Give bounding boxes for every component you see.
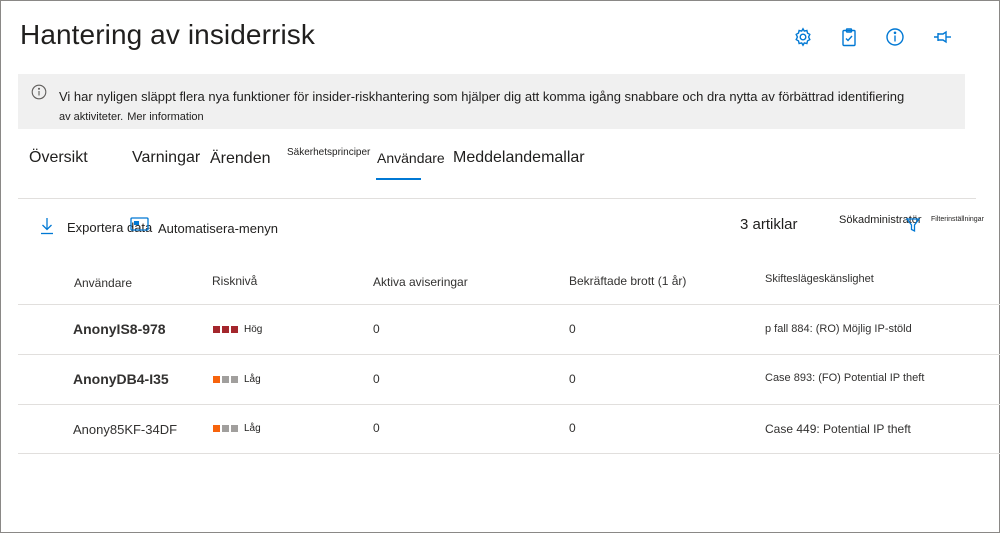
automate-menu-button[interactable]: Automatisera-menyn: [158, 221, 278, 236]
risk-label: Låg: [244, 374, 261, 385]
active-alerts-value: 0: [373, 421, 380, 435]
risk-square: [222, 376, 229, 383]
risk-square: [213, 326, 220, 333]
tab-policies[interactable]: Säkerhetsprinciper: [287, 147, 370, 158]
header-divider: [18, 304, 1000, 305]
row-divider: [18, 404, 1000, 405]
risk-indicator: Låg: [213, 374, 261, 385]
automate-icon: [130, 217, 149, 231]
filter-settings-button[interactable]: Filterinställningar: [931, 216, 984, 223]
risk-square: [222, 326, 229, 333]
row-divider: [18, 453, 1000, 454]
breaches-value: 0: [569, 372, 576, 386]
sensitivity-value[interactable]: p fall 884: (RO) Möjlig IP-stöld: [765, 323, 912, 335]
tab-users[interactable]: Användare: [377, 150, 445, 166]
download-icon: [41, 218, 53, 235]
risk-square: [213, 425, 220, 432]
breaches-value: 0: [569, 322, 576, 336]
risk-square: [213, 376, 220, 383]
tab-overview[interactable]: Översikt: [29, 149, 88, 167]
risk-label: Hög: [244, 324, 263, 335]
gear-icon[interactable]: [791, 25, 815, 49]
banner-text-line2: av aktiviteter.: [59, 111, 124, 123]
info-banner: Vi har nyligen släppt flera nya funktion…: [18, 74, 965, 129]
risk-square: [222, 425, 229, 432]
learn-more-link[interactable]: Mer information: [127, 111, 203, 123]
tab-cases[interactable]: Ärenden: [210, 150, 271, 168]
tab-alerts[interactable]: Varningar: [132, 149, 200, 167]
info-circle-icon: [31, 84, 47, 100]
clipboard-icon[interactable]: [837, 25, 861, 49]
risk-indicator: Låg: [213, 423, 261, 434]
filter-icon[interactable]: [906, 217, 920, 233]
page-title: Hantering av insiderrisk: [20, 19, 315, 50]
info-icon[interactable]: [883, 25, 907, 49]
breaches-value: 0: [569, 421, 576, 435]
table-row-user[interactable]: AnonyIS8-978: [73, 321, 166, 337]
tabs-divider: [18, 198, 976, 199]
banner-text-line1: Vi har nyligen släppt flera nya funktion…: [59, 89, 905, 104]
active-alerts-value: 0: [373, 372, 380, 386]
column-header-active-alerts[interactable]: Aktiva aviseringar: [373, 275, 468, 289]
column-header-sensitivity[interactable]: Skifteslägeskänslighet: [765, 273, 874, 285]
risk-label: Låg: [244, 423, 261, 434]
tab-notice-templates[interactable]: Meddelandemallar: [453, 149, 585, 167]
pin-icon[interactable]: [930, 25, 954, 49]
item-count: 3 artiklar: [740, 216, 798, 233]
sensitivity-value[interactable]: Case 449: Potential IP theft: [765, 422, 911, 436]
banner-message: Vi har nyligen släppt flera nya funktion…: [59, 87, 939, 127]
selected-tab-indicator: [376, 178, 421, 180]
column-header-confirmed-breaches[interactable]: Bekräftade brott (1 år): [569, 274, 686, 288]
row-divider: [18, 354, 1000, 355]
app-window: Hantering av insiderrisk Vi har nyligen …: [0, 0, 1000, 533]
column-header-risk-level[interactable]: Risknivå: [212, 274, 257, 288]
column-header-user[interactable]: Användare: [74, 276, 132, 290]
table-row-user[interactable]: Anony85KF-34DF: [73, 422, 177, 437]
risk-square: [231, 326, 238, 333]
active-alerts-value: 0: [373, 322, 380, 336]
risk-square: [231, 376, 238, 383]
risk-indicator: Hög: [213, 324, 262, 335]
sensitivity-value[interactable]: Case 893: (FO) Potential IP theft: [765, 372, 924, 384]
risk-square: [231, 425, 238, 432]
table-row-user[interactable]: AnonyDB4-I35: [73, 371, 169, 387]
